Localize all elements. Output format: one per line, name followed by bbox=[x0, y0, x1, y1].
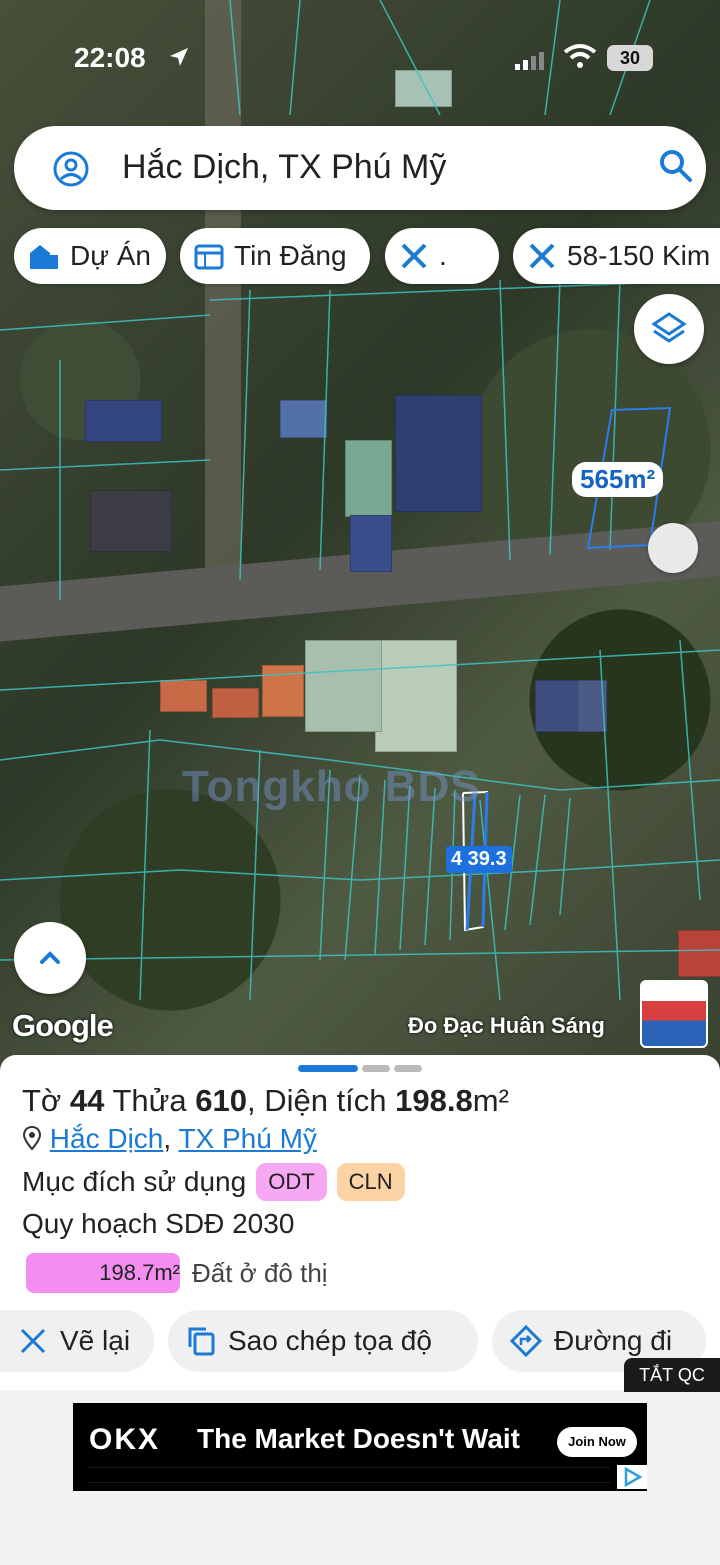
wifi-icon bbox=[563, 44, 597, 68]
sheet-handle[interactable] bbox=[394, 1065, 422, 1072]
watermark: Tongkho BDS bbox=[182, 762, 481, 811]
search-bar[interactable]: Hắc Dịch, TX Phú Mỹ bbox=[14, 126, 706, 210]
purpose-tag-cln: CLN bbox=[336, 1163, 405, 1201]
sheet-handle[interactable] bbox=[362, 1065, 390, 1072]
ruler-icon bbox=[401, 243, 427, 269]
copy-coordinates-button[interactable]: Sao chép tọa độ bbox=[168, 1310, 478, 1372]
chevron-up-icon bbox=[40, 951, 60, 964]
parcel-summary: Tờ 44 Thửa 610, Diện tích 198.8m² bbox=[22, 1083, 509, 1118]
map-pan-handle[interactable] bbox=[648, 523, 698, 573]
land-purpose: Mục đích sử dụng ODT CLN bbox=[22, 1163, 405, 1201]
layers-button[interactable] bbox=[634, 294, 704, 364]
directions-icon bbox=[510, 1325, 542, 1357]
sheet-handle[interactable] bbox=[298, 1065, 358, 1072]
ruler-icon bbox=[20, 1328, 46, 1354]
copy-icon bbox=[188, 1327, 215, 1356]
ad-headline: The Market Doesn't Wait bbox=[197, 1423, 520, 1454]
parcel-address: Hắc Dịch, TX Phú Mỹ bbox=[22, 1123, 317, 1155]
surveyor-logo[interactable] bbox=[640, 980, 708, 1048]
google-logo: Google bbox=[12, 1008, 114, 1043]
chip-label: Tin Đăng bbox=[234, 240, 347, 271]
status-bar: 22:08 30 bbox=[0, 0, 720, 115]
chip-label: . bbox=[439, 240, 447, 271]
location-arrow-icon bbox=[170, 48, 188, 66]
chip-du-an[interactable]: Dự Án bbox=[14, 228, 166, 284]
search-icon[interactable] bbox=[658, 148, 694, 184]
town-link[interactable]: TX Phú Mỹ bbox=[178, 1123, 316, 1154]
location-pin-icon bbox=[22, 1125, 42, 1151]
adchoices-icon[interactable] bbox=[617, 1465, 647, 1489]
redraw-button[interactable]: Vẽ lại bbox=[0, 1310, 154, 1372]
ad-off-button[interactable]: TẮT QC bbox=[624, 1358, 720, 1392]
battery-indicator: 30 bbox=[607, 45, 653, 71]
plan-bar: 198.7m² bbox=[26, 1253, 180, 1293]
map-credit: Đo Đạc Huân Sáng bbox=[408, 1013, 605, 1038]
parcel-info-sheet: Tờ 44 Thửa 610, Diện tích 198.8m² Hắc Dị… bbox=[0, 1055, 720, 1390]
status-time: 22:08 bbox=[74, 42, 146, 73]
ruler-icon bbox=[529, 243, 555, 269]
building-icon bbox=[30, 245, 58, 269]
plan-bar-label: Đất ở đô thị bbox=[192, 1257, 328, 1288]
ad-cta-button[interactable]: Join Now bbox=[557, 1427, 637, 1457]
signal-icon bbox=[515, 52, 544, 70]
search-query[interactable]: Hắc Dịch, TX Phú Mỹ bbox=[122, 148, 446, 187]
ad-banner[interactable]: OKX The Market Doesn't Wait Join Now bbox=[73, 1403, 647, 1491]
ad-fine-print bbox=[89, 1467, 609, 1483]
chip-label: 58-150 Kim bbox=[567, 240, 711, 271]
calendar-icon bbox=[194, 244, 224, 270]
area-tag[interactable]: 565m² bbox=[572, 462, 664, 497]
plot-label[interactable]: 4 39.3 bbox=[446, 846, 512, 873]
purpose-tag-odt: ODT bbox=[256, 1163, 327, 1201]
ad-brand: OKX bbox=[89, 1423, 161, 1456]
chip-label: Dự Án bbox=[70, 240, 151, 271]
profile-icon[interactable] bbox=[52, 150, 90, 188]
expand-up-button[interactable] bbox=[14, 922, 86, 994]
plan-bar-row: 198.7m² Đất ở đô thị bbox=[26, 1253, 328, 1293]
ward-link[interactable]: Hắc Dịch bbox=[50, 1123, 164, 1154]
layers-icon bbox=[651, 312, 687, 343]
chip-distance[interactable]: 58-150 Kim bbox=[513, 228, 720, 284]
plan-label: Quy hoạch SDĐ 2030 bbox=[22, 1208, 295, 1239]
chip-tin-dang[interactable]: Tin Đăng bbox=[180, 228, 370, 284]
chip-measure[interactable]: . bbox=[385, 228, 499, 284]
